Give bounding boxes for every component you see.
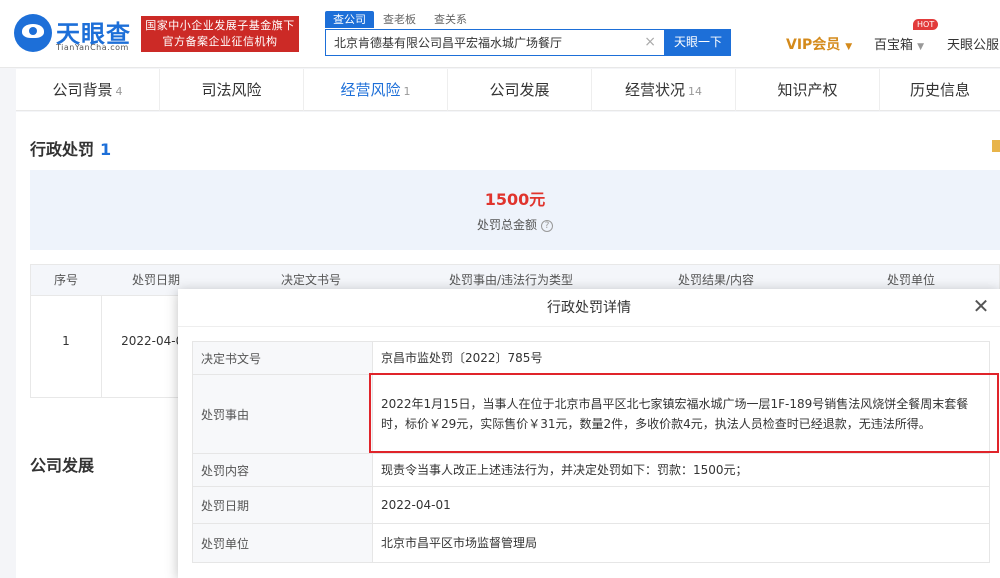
hot-badge: HOT (913, 19, 939, 30)
detail-label: 处罚单位 (193, 524, 373, 562)
tab-count: 1 (403, 85, 411, 98)
eye-logo-icon (14, 14, 52, 52)
total-amount: 1500元 (484, 190, 546, 209)
tab-label: 历史信息 (909, 81, 970, 99)
total-amount-label: 处罚总金额? (30, 216, 1000, 233)
modal-title: 行政处罚详情 (178, 289, 1000, 327)
logo-subtitle: TianYanCha.com (56, 43, 129, 52)
detail-label: 处罚日期 (193, 487, 373, 523)
detail-value: 2022-04-01 (381, 498, 451, 512)
toolbox-menu[interactable]: 百宝箱 ▼ (874, 34, 924, 53)
detail-row-doc-number: 决定书文号 京昌市监处罚〔2022〕785号 (192, 341, 990, 375)
total-label-text: 处罚总金额 (476, 218, 537, 232)
tab-company-development[interactable]: 公司发展 (448, 69, 592, 111)
tab-label: 经营风险 (340, 81, 401, 99)
detail-value: 北京市昌平区市场监督管理局 (381, 536, 538, 550)
tab-operational-risk[interactable]: 经营风险 1 (304, 69, 448, 111)
detail-value: 现责令当事人改正上述违法行为，并决定处罚如下：罚款：1500元； (381, 463, 748, 477)
search-input[interactable] (326, 30, 644, 55)
logo[interactable]: 天眼查 TianYanCha.com (14, 14, 134, 54)
tab-count: 14 (688, 85, 702, 98)
chevron-down-icon: ▼ (845, 42, 853, 52)
vip-member-menu[interactable]: VIP会员 ▼ (786, 34, 852, 54)
highlight-annotation-box (369, 373, 999, 453)
official-banner: 国家中小企业发展子基金旗下 官方备案企业征信机构 (141, 16, 299, 52)
tab-count: 4 (115, 85, 123, 98)
clear-icon[interactable]: × (644, 34, 656, 50)
section-count: 1 (100, 140, 112, 159)
speaker-icon[interactable] (992, 140, 1000, 152)
col-index: 序号 (53, 273, 78, 287)
search-box: × (325, 29, 665, 56)
detail-row-authority: 处罚单位 北京市昌平区市场监督管理局 (192, 523, 990, 563)
section-title: 行政处罚 1 (30, 136, 111, 160)
tab-search-relation[interactable]: 查关系 (434, 11, 467, 28)
detail-label: 决定书文号 (193, 342, 373, 374)
close-icon[interactable]: ✕ (970, 295, 992, 317)
section-title-text: 行政处罚 (30, 140, 95, 159)
tab-search-boss[interactable]: 查老板 (383, 11, 416, 28)
detail-label: 处罚事由 (193, 375, 373, 453)
row-index: 1 (62, 334, 70, 348)
tab-label: 经营状况 (624, 81, 685, 99)
tab-company-background[interactable]: 公司背景 4 (16, 69, 160, 111)
banner-line-2: 官方备案企业征信机构 (162, 35, 278, 48)
banner-line-1: 国家中小企业发展子基金旗下 (145, 19, 295, 32)
tab-label: 知识产权 (777, 81, 838, 99)
detail-row-content: 处罚内容 现责令当事人改正上述违法行为，并决定处罚如下：罚款：1500元； (192, 453, 990, 487)
search-button[interactable]: 天眼一下 (665, 29, 731, 56)
detail-label: 处罚内容 (193, 454, 373, 486)
tab-history[interactable]: 历史信息 (880, 69, 1000, 111)
tab-label: 司法风险 (201, 81, 262, 99)
detail-row-date: 处罚日期 2022-04-01 (192, 486, 990, 524)
tab-intellectual-property[interactable]: 知识产权 (736, 69, 880, 111)
tab-label: 公司发展 (489, 81, 550, 99)
company-development-title: 公司发展 (30, 456, 95, 475)
tab-judicial-risk[interactable]: 司法风险 (160, 69, 304, 111)
tab-search-company[interactable]: 查公司 (325, 11, 374, 28)
penalty-summary: 1500元 处罚总金额? (30, 170, 1000, 250)
tianyan-public-link[interactable]: 天眼公服 (947, 34, 999, 53)
toolbox-label: 百宝箱 (874, 38, 914, 53)
vip-label: VIP会员 (786, 37, 841, 53)
top-header: 天眼查 TianYanCha.com 国家中小企业发展子基金旗下 官方备案企业征… (0, 0, 1000, 68)
tab-business-status[interactable]: 经营状况 14 (592, 69, 736, 111)
help-icon[interactable]: ? (541, 219, 553, 232)
tab-label: 公司背景 (52, 81, 113, 99)
section-nav: 公司背景 4 司法风险 经营风险 1 公司发展 经营状况 14 知识产权 历史信息 (16, 69, 1000, 111)
detail-value: 京昌市监处罚〔2022〕785号 (381, 351, 543, 365)
chevron-down-icon: ▼ (917, 42, 925, 52)
